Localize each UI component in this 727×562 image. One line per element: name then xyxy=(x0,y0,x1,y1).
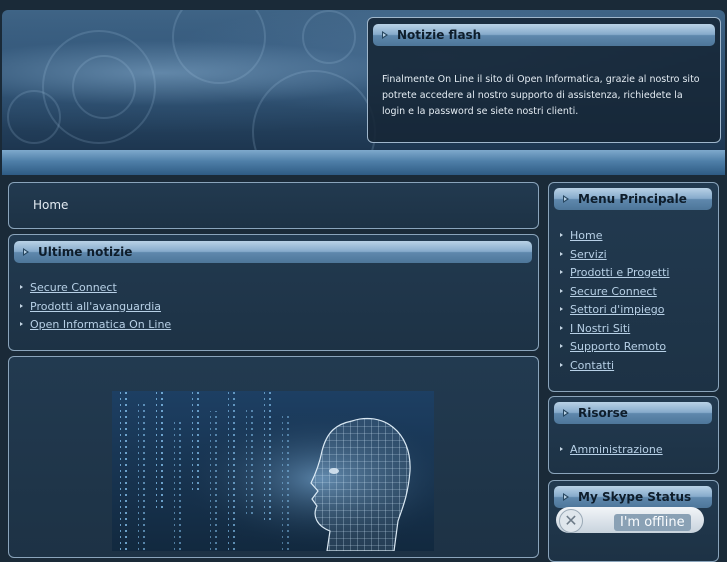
triangle-icon xyxy=(382,31,388,39)
menu-link-supporto-remoto[interactable]: Supporto Remoto xyxy=(570,340,666,353)
skype-status-panel: My Skype Status ✕ I'm offline xyxy=(548,480,719,562)
news-link-open-informatica[interactable]: Open Informatica On Line xyxy=(30,318,171,331)
bullet-icon xyxy=(560,344,563,348)
breadcrumb-home: Home xyxy=(33,198,69,212)
menu-link-secure-connect[interactable]: Secure Connect xyxy=(570,285,657,298)
main-menu-title-bar: Menu Principale xyxy=(554,188,712,210)
list-item: Settori d'impiego xyxy=(560,303,670,322)
news-link-secure-connect[interactable]: Secure Connect xyxy=(30,281,117,294)
list-item: Amministrazione xyxy=(560,443,663,462)
main-menu-title: Menu Principale xyxy=(578,192,687,206)
skype-status-button[interactable]: ✕ I'm offline xyxy=(556,507,704,533)
flash-news-text: Finalmente On Line il sito di Open Infor… xyxy=(382,74,700,117)
menu-link-nostri-siti[interactable]: I Nostri Siti xyxy=(570,322,630,335)
bullet-icon xyxy=(20,303,23,308)
resources-link-amministrazione[interactable]: Amministrazione xyxy=(570,443,663,456)
bullet-icon xyxy=(560,270,563,274)
flash-news-title-bar: Notizie flash xyxy=(373,24,715,46)
triangle-icon xyxy=(563,493,569,501)
triangle-icon xyxy=(563,195,569,203)
triangle-icon xyxy=(563,409,569,417)
menu-link-contatti[interactable]: Contatti xyxy=(570,359,614,372)
list-item: I Nostri Siti xyxy=(560,322,670,341)
bullet-icon xyxy=(560,447,563,451)
skype-offline-icon: ✕ xyxy=(559,509,583,533)
resources-panel: Risorse Amministrazione xyxy=(548,396,719,474)
skype-status-label: I'm offline xyxy=(614,514,691,531)
list-item: Prodotti all'avanguardia xyxy=(20,300,171,319)
list-item: Open Informatica On Line xyxy=(20,318,171,337)
skype-status-title: My Skype Status xyxy=(578,490,692,504)
bullet-icon xyxy=(560,251,563,256)
bullet-icon xyxy=(560,325,563,330)
digital-head-illustration xyxy=(112,391,434,551)
bullet-icon xyxy=(560,288,563,293)
news-link-prodotti[interactable]: Prodotti all'avanguardia xyxy=(30,300,161,313)
skype-status-title-bar: My Skype Status xyxy=(554,486,712,508)
list-item: Secure Connect xyxy=(560,285,670,304)
resources-title: Risorse xyxy=(578,406,628,420)
menu-link-prodotti-progetti[interactable]: Prodotti e Progetti xyxy=(570,266,670,279)
triangle-icon xyxy=(23,248,29,256)
bullet-icon xyxy=(20,285,23,289)
bullet-icon xyxy=(560,307,563,311)
list-item: Prodotti e Progetti xyxy=(560,266,670,285)
resources-title-bar: Risorse xyxy=(554,402,712,424)
bullet-icon xyxy=(20,322,23,326)
flash-news-box: Notizie flash Finalmente On Line il sito… xyxy=(367,17,721,143)
list-item: Servizi xyxy=(560,248,670,267)
latest-news-title: Ultime notizie xyxy=(38,245,133,259)
list-item: Supporto Remoto xyxy=(560,340,670,359)
bullet-icon xyxy=(560,233,563,237)
list-item: Contatti xyxy=(560,359,670,378)
latest-news-list: Secure Connect Prodotti all'avanguardia … xyxy=(20,281,171,337)
main-menu-panel: Menu Principale Home Servizi Prodotti e … xyxy=(548,182,719,392)
main-content-panel xyxy=(8,356,539,558)
menu-link-servizi[interactable]: Servizi xyxy=(570,248,607,261)
latest-news-title-bar: Ultime notizie xyxy=(14,241,532,263)
menu-link-home[interactable]: Home xyxy=(570,229,602,242)
resources-list: Amministrazione xyxy=(560,443,663,462)
main-menu-list: Home Servizi Prodotti e Progetti Secure … xyxy=(560,229,670,377)
bullet-icon xyxy=(560,362,563,367)
latest-news-panel: Ultime notizie Secure Connect Prodotti a… xyxy=(8,234,539,351)
breadcrumb-panel: Home xyxy=(8,182,539,229)
hero-image xyxy=(112,391,434,551)
header-band xyxy=(2,150,725,175)
flash-news-title: Notizie flash xyxy=(397,28,482,42)
list-item: Secure Connect xyxy=(20,281,171,300)
list-item: Home xyxy=(560,229,670,248)
menu-link-settori-impiego[interactable]: Settori d'impiego xyxy=(570,303,664,316)
